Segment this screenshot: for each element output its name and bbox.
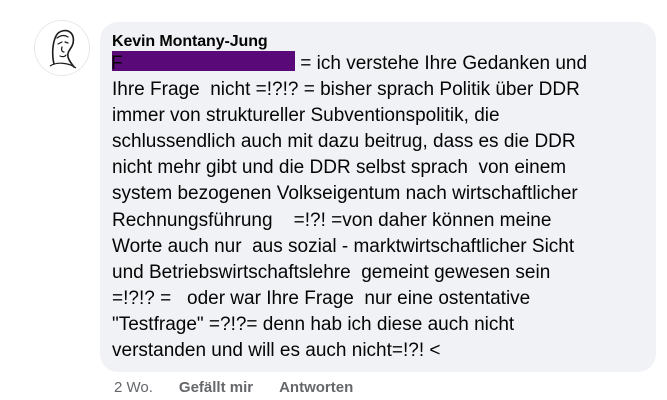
comment-actions: 2 Wo. Gefällt mir Antworten (114, 378, 353, 398)
comment-bubble: Kevin Montany-Jung F = ich verstehe Ihre… (100, 22, 656, 372)
comment-text-first-line: = ich verstehe Ihre Gedanken und (295, 53, 588, 74)
reply-button[interactable]: Antworten (279, 378, 353, 398)
profile-sketch-icon (35, 21, 89, 75)
comment-text-body: Ihre Frage nicht =!?!? = bisher sprach P… (112, 79, 580, 362)
comment-timestamp[interactable]: 2 Wo. (114, 378, 153, 398)
like-button[interactable]: Gefällt mir (179, 378, 253, 398)
comment-author[interactable]: Kevin Montany-Jung (112, 32, 644, 52)
redacted-initial-fragment: F (111, 53, 123, 74)
avatar[interactable] (34, 20, 90, 76)
comment-text: F = ich verstehe Ihre Gedanken und Ihre … (111, 51, 644, 364)
redacted-name: F (111, 51, 295, 74)
